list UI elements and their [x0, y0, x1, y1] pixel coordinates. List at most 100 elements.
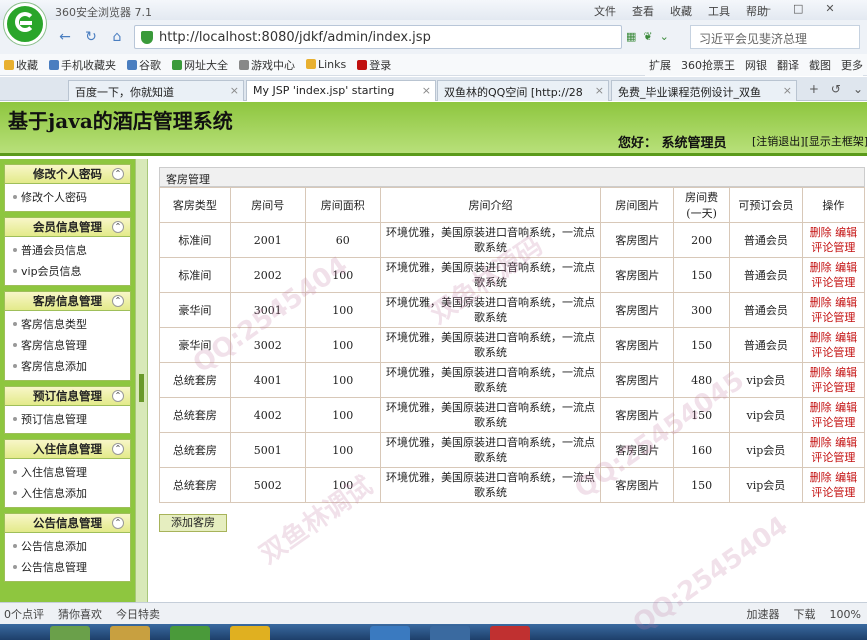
status-item[interactable]: 今日特卖 [116, 606, 160, 622]
collapse-icon[interactable]: ⌃ [112, 443, 124, 455]
comment-manage-link[interactable]: 评论管理 [811, 311, 855, 324]
delete-link[interactable]: 删除 [810, 261, 832, 274]
delete-link[interactable]: 删除 [810, 436, 832, 449]
room-image-cell[interactable]: 客房图片 [600, 257, 675, 293]
sidebar-section-header[interactable]: 客房信息管理 ⌃ [4, 291, 131, 311]
delete-link[interactable]: 删除 [810, 366, 832, 379]
sidebar-section-header[interactable]: 公告信息管理 ⌃ [4, 513, 131, 533]
browser-tab[interactable]: 双鱼林的QQ空间 [http://28 × [437, 80, 609, 101]
comment-manage-link[interactable]: 评论管理 [811, 241, 855, 254]
favorite-tool[interactable]: 截图 [809, 57, 831, 73]
sidebar-link[interactable]: 客房信息添加 [13, 356, 130, 377]
delete-link[interactable]: 删除 [810, 331, 832, 344]
collapse-icon[interactable]: ⌃ [112, 168, 124, 180]
sidebar-link[interactable]: 预订信息管理 [13, 409, 130, 430]
room-image-cell[interactable]: 客房图片 [600, 432, 675, 468]
sidebar-link[interactable]: 普通会员信息 [13, 240, 130, 261]
collapse-icon[interactable]: ⌃ [112, 221, 124, 233]
menu-item[interactable]: 收藏 [670, 3, 692, 19]
tab-close-icon[interactable]: × [230, 84, 239, 97]
favorite-item[interactable]: 谷歌 [127, 57, 161, 73]
status-item[interactable]: 下载 [794, 606, 816, 622]
edit-link[interactable]: 编辑 [835, 401, 857, 414]
qrcode-icon[interactable]: ▦ [626, 30, 636, 43]
taskbar-app-icon[interactable] [230, 626, 270, 640]
status-item[interactable]: 猜你喜欢 [58, 606, 102, 622]
favorite-item[interactable]: Links [306, 58, 346, 71]
collapse-icon[interactable]: ⌃ [112, 517, 124, 529]
tab-close-icon[interactable]: × [422, 84, 431, 97]
sidebar-link[interactable]: 入住信息管理 [13, 462, 130, 483]
edit-link[interactable]: 编辑 [835, 226, 857, 239]
favorite-tool[interactable]: 360抢票王 [681, 57, 735, 73]
room-image-cell[interactable]: 客房图片 [600, 467, 675, 503]
back-icon[interactable]: ← [56, 28, 74, 46]
room-image-cell[interactable]: 客房图片 [600, 222, 675, 258]
splitter-handle[interactable] [139, 374, 144, 402]
edit-link[interactable]: 编辑 [835, 366, 857, 379]
favorite-item[interactable]: 网址大全 [172, 57, 228, 73]
dropdown-icon[interactable]: ⌄ [660, 30, 669, 43]
menu-item[interactable]: 查看 [632, 3, 654, 19]
browser-tab[interactable]: My JSP 'index.jsp' starting × [246, 80, 436, 101]
browser-tab[interactable]: 免费_毕业课程范例设计_双鱼 × [611, 80, 797, 101]
comment-manage-link[interactable]: 评论管理 [811, 276, 855, 289]
comment-manage-link[interactable]: 评论管理 [811, 486, 855, 499]
edit-link[interactable]: 编辑 [835, 296, 857, 309]
comment-manage-link[interactable]: 评论管理 [811, 381, 855, 394]
edit-link[interactable]: 编辑 [835, 261, 857, 274]
minimize-icon[interactable]: — [760, 2, 771, 15]
leaf-icon[interactable]: ❦ [643, 30, 652, 43]
sidebar-splitter[interactable] [135, 159, 148, 602]
url-input[interactable]: http://localhost:8080/jdkf/admin/index.j… [134, 25, 622, 49]
search-input[interactable]: 习近平会见斐济总理 [690, 25, 860, 49]
favorite-tool[interactable]: 翻译 [777, 57, 799, 73]
tab-close-icon[interactable]: × [595, 84, 604, 97]
sidebar-section-header[interactable]: 预订信息管理 ⌃ [4, 386, 131, 406]
menu-item[interactable]: 文件 [594, 3, 616, 19]
logout-link[interactable]: [注销退出] [752, 135, 805, 148]
comment-manage-link[interactable]: 评论管理 [811, 416, 855, 429]
sidebar-link[interactable]: vip会员信息 [13, 261, 130, 282]
sidebar-link[interactable]: 入住信息添加 [13, 483, 130, 504]
status-item[interactable]: 加速器 [747, 606, 780, 622]
edit-link[interactable]: 编辑 [835, 436, 857, 449]
add-room-button[interactable]: 添加客房 [159, 514, 227, 532]
delete-link[interactable]: 删除 [810, 226, 832, 239]
favorite-item[interactable]: 登录 [357, 57, 391, 73]
room-image-cell[interactable]: 客房图片 [600, 327, 675, 363]
sidebar-link[interactable]: 客房信息类型 [13, 314, 130, 335]
room-image-cell[interactable]: 客房图片 [600, 397, 675, 433]
home-frame-link[interactable]: [显示主框架] [805, 135, 867, 148]
comment-manage-link[interactable]: 评论管理 [811, 451, 855, 464]
maximize-icon[interactable]: □ [793, 2, 803, 15]
room-image-cell[interactable]: 客房图片 [600, 292, 675, 328]
delete-link[interactable]: 删除 [810, 471, 832, 484]
favorite-tool[interactable]: 扩展 [649, 57, 671, 73]
delete-link[interactable]: 删除 [810, 401, 832, 414]
comment-manage-link[interactable]: 评论管理 [811, 346, 855, 359]
sidebar-section-header[interactable]: 入住信息管理 ⌃ [4, 439, 131, 459]
sidebar-link[interactable]: 公告信息添加 [13, 536, 130, 557]
sidebar-section-header[interactable]: 修改个人密码 ⌃ [4, 164, 131, 184]
status-item[interactable]: 0个点评 [4, 606, 44, 622]
favorite-tool[interactable]: 网银 [745, 57, 767, 73]
sidebar-section-header[interactable]: 会员信息管理 ⌃ [4, 217, 131, 237]
delete-link[interactable]: 删除 [810, 296, 832, 309]
refresh-icon[interactable]: ↻ [82, 28, 100, 46]
sidebar-link[interactable]: 修改个人密码 [13, 187, 130, 208]
taskbar-app-icon[interactable] [490, 626, 530, 640]
taskbar-app-icon[interactable] [370, 626, 410, 640]
favorite-item[interactable]: 游戏中心 [239, 57, 295, 73]
edit-link[interactable]: 编辑 [835, 471, 857, 484]
tab-close-icon[interactable]: × [783, 84, 792, 97]
tab-menu-icon[interactable]: ⌄ [853, 82, 863, 96]
add-tab-icon[interactable]: + [809, 82, 819, 96]
collapse-icon[interactable]: ⌃ [112, 295, 124, 307]
edit-link[interactable]: 编辑 [835, 331, 857, 344]
home-icon[interactable]: ⌂ [108, 28, 126, 46]
restore-tab-icon[interactable]: ↺ [831, 82, 841, 96]
favorite-item[interactable]: 手机收藏夹 [49, 57, 116, 73]
taskbar-app-icon[interactable] [430, 626, 470, 640]
status-item[interactable]: 100% [830, 608, 861, 621]
